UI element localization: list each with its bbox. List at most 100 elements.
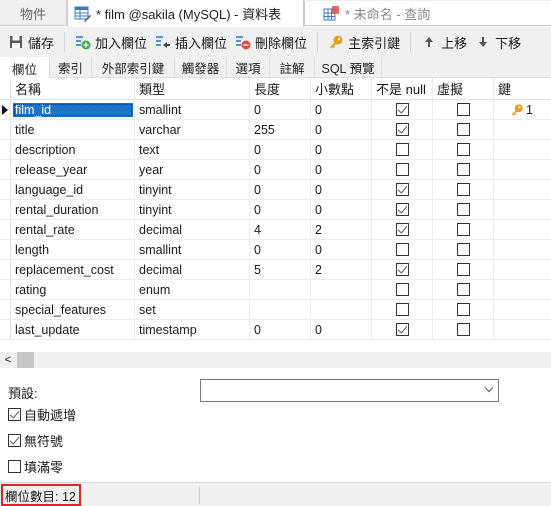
field-length-cell[interactable]: 0 xyxy=(250,180,311,199)
table-row[interactable]: replacement_cost decimal 5 2 xyxy=(0,260,551,280)
key-cell[interactable]: 1 xyxy=(494,100,551,119)
key-cell[interactable] xyxy=(494,280,551,299)
virtual-checkbox[interactable] xyxy=(456,223,470,236)
field-type-cell[interactable]: year xyxy=(135,160,250,179)
tab-comment[interactable]: 註解 xyxy=(270,57,315,78)
field-length-cell[interactable]: 0 xyxy=(250,320,311,339)
header-not-null[interactable]: 不是 null xyxy=(372,78,433,99)
field-type-cell[interactable]: text xyxy=(135,140,250,159)
not-null-checkbox[interactable] xyxy=(395,103,409,116)
tab-options[interactable]: 選項 xyxy=(227,57,270,78)
virtual-checkbox[interactable] xyxy=(456,183,470,196)
field-type-cell[interactable]: tinyint xyxy=(135,180,250,199)
virtual-checkbox[interactable] xyxy=(456,143,470,156)
field-length-cell[interactable]: 0 xyxy=(250,140,311,159)
table-row[interactable]: film_id smallint 0 0 1 xyxy=(0,100,551,120)
field-name-cell[interactable]: rating xyxy=(11,280,135,299)
virtual-checkbox[interactable] xyxy=(456,323,470,336)
field-length-cell[interactable]: 0 xyxy=(250,240,311,259)
unsigned-check[interactable] xyxy=(8,434,21,447)
key-cell[interactable] xyxy=(494,160,551,179)
tab-fields[interactable]: 欄位 xyxy=(0,57,50,79)
field-decimals-cell[interactable] xyxy=(311,280,372,299)
auto-increment-checkbox[interactable]: 自動遞增 xyxy=(8,405,76,424)
not-null-checkbox[interactable] xyxy=(395,323,409,336)
table-row[interactable]: last_update timestamp 0 0 xyxy=(0,320,551,340)
key-cell[interactable] xyxy=(494,120,551,139)
field-name-cell[interactable]: title xyxy=(11,120,135,139)
not-null-checkbox[interactable] xyxy=(395,163,409,176)
field-type-cell[interactable]: decimal xyxy=(135,220,250,239)
row-indicator[interactable] xyxy=(0,220,11,239)
field-decimals-cell[interactable]: 0 xyxy=(311,240,372,259)
unsigned-checkbox[interactable]: 無符號 xyxy=(8,431,63,450)
zerofill-checkbox[interactable]: 填滿零 xyxy=(8,457,63,476)
field-type-cell[interactable]: varchar xyxy=(135,120,250,139)
zerofill-check[interactable] xyxy=(8,460,21,473)
key-cell[interactable] xyxy=(494,300,551,319)
field-decimals-cell[interactable]: 0 xyxy=(311,200,372,219)
key-cell[interactable] xyxy=(494,220,551,239)
field-name-cell[interactable]: rental_rate xyxy=(11,220,135,239)
tab-triggers[interactable]: 觸發器 xyxy=(175,57,227,78)
field-length-cell[interactable]: 0 xyxy=(250,100,311,119)
field-name-cell[interactable]: language_id xyxy=(11,180,135,199)
field-name-cell[interactable]: last_update xyxy=(11,320,135,339)
field-type-cell[interactable]: smallint xyxy=(135,240,250,259)
field-decimals-cell[interactable]: 0 xyxy=(311,100,372,119)
field-type-cell[interactable]: tinyint xyxy=(135,200,250,219)
row-indicator[interactable] xyxy=(0,180,11,199)
row-indicator[interactable] xyxy=(0,300,11,319)
save-button[interactable]: 儲存 xyxy=(4,30,58,54)
key-cell[interactable] xyxy=(494,180,551,199)
virtual-checkbox[interactable] xyxy=(456,123,470,136)
field-decimals-cell[interactable] xyxy=(311,300,372,319)
tab-sql-preview[interactable]: SQL 預覽 xyxy=(315,57,382,78)
field-length-cell[interactable] xyxy=(250,280,311,299)
not-null-checkbox[interactable] xyxy=(395,143,409,156)
not-null-checkbox[interactable] xyxy=(395,243,409,256)
row-indicator[interactable] xyxy=(0,320,11,339)
virtual-checkbox[interactable] xyxy=(456,203,470,216)
field-decimals-cell[interactable]: 2 xyxy=(311,220,372,239)
row-indicator[interactable] xyxy=(0,280,11,299)
field-name-cell[interactable]: film_id xyxy=(11,100,135,119)
not-null-checkbox[interactable] xyxy=(395,263,409,276)
not-null-checkbox[interactable] xyxy=(395,203,409,216)
not-null-checkbox[interactable] xyxy=(395,183,409,196)
primary-key-button[interactable]: 主索引鍵 xyxy=(324,30,404,54)
table-row[interactable]: rental_duration tinyint 0 0 xyxy=(0,200,551,220)
table-row[interactable]: release_year year 0 0 xyxy=(0,160,551,180)
key-cell[interactable] xyxy=(494,140,551,159)
virtual-checkbox[interactable] xyxy=(456,243,470,256)
virtual-checkbox[interactable] xyxy=(456,263,470,276)
field-name-cell[interactable]: description xyxy=(11,140,135,159)
field-length-cell[interactable]: 4 xyxy=(250,220,311,239)
field-length-cell[interactable] xyxy=(250,300,311,319)
scroll-left-arrow-icon[interactable]: < xyxy=(3,352,13,368)
not-null-checkbox[interactable] xyxy=(395,283,409,296)
field-decimals-cell[interactable]: 0 xyxy=(311,320,372,339)
field-decimals-cell[interactable]: 0 xyxy=(311,160,372,179)
table-row[interactable]: language_id tinyint 0 0 xyxy=(0,180,551,200)
row-indicator[interactable] xyxy=(0,100,11,119)
table-row[interactable]: rating enum xyxy=(0,280,551,300)
row-indicator[interactable] xyxy=(0,240,11,259)
default-value-combobox[interactable] xyxy=(200,379,499,402)
key-cell[interactable] xyxy=(494,320,551,339)
row-indicator[interactable] xyxy=(0,260,11,279)
field-decimals-cell[interactable]: 0 xyxy=(311,140,372,159)
field-length-cell[interactable]: 255 xyxy=(250,120,311,139)
delete-field-button[interactable]: 刪除欄位 xyxy=(231,30,311,54)
virtual-checkbox[interactable] xyxy=(456,163,470,176)
tab-foreign-keys[interactable]: 外部索引鍵 xyxy=(92,57,175,78)
header-virtual[interactable]: 虛擬 xyxy=(433,78,494,99)
table-row[interactable]: title varchar 255 0 xyxy=(0,120,551,140)
header-type[interactable]: 類型 xyxy=(135,78,250,99)
insert-field-button[interactable]: 插入欄位 xyxy=(151,30,231,54)
auto-increment-check[interactable] xyxy=(8,408,21,421)
field-name-cell[interactable]: replacement_cost xyxy=(11,260,135,279)
table-row[interactable]: description text 0 0 xyxy=(0,140,551,160)
tab-indexes[interactable]: 索引 xyxy=(50,57,92,78)
field-decimals-cell[interactable]: 2 xyxy=(311,260,372,279)
